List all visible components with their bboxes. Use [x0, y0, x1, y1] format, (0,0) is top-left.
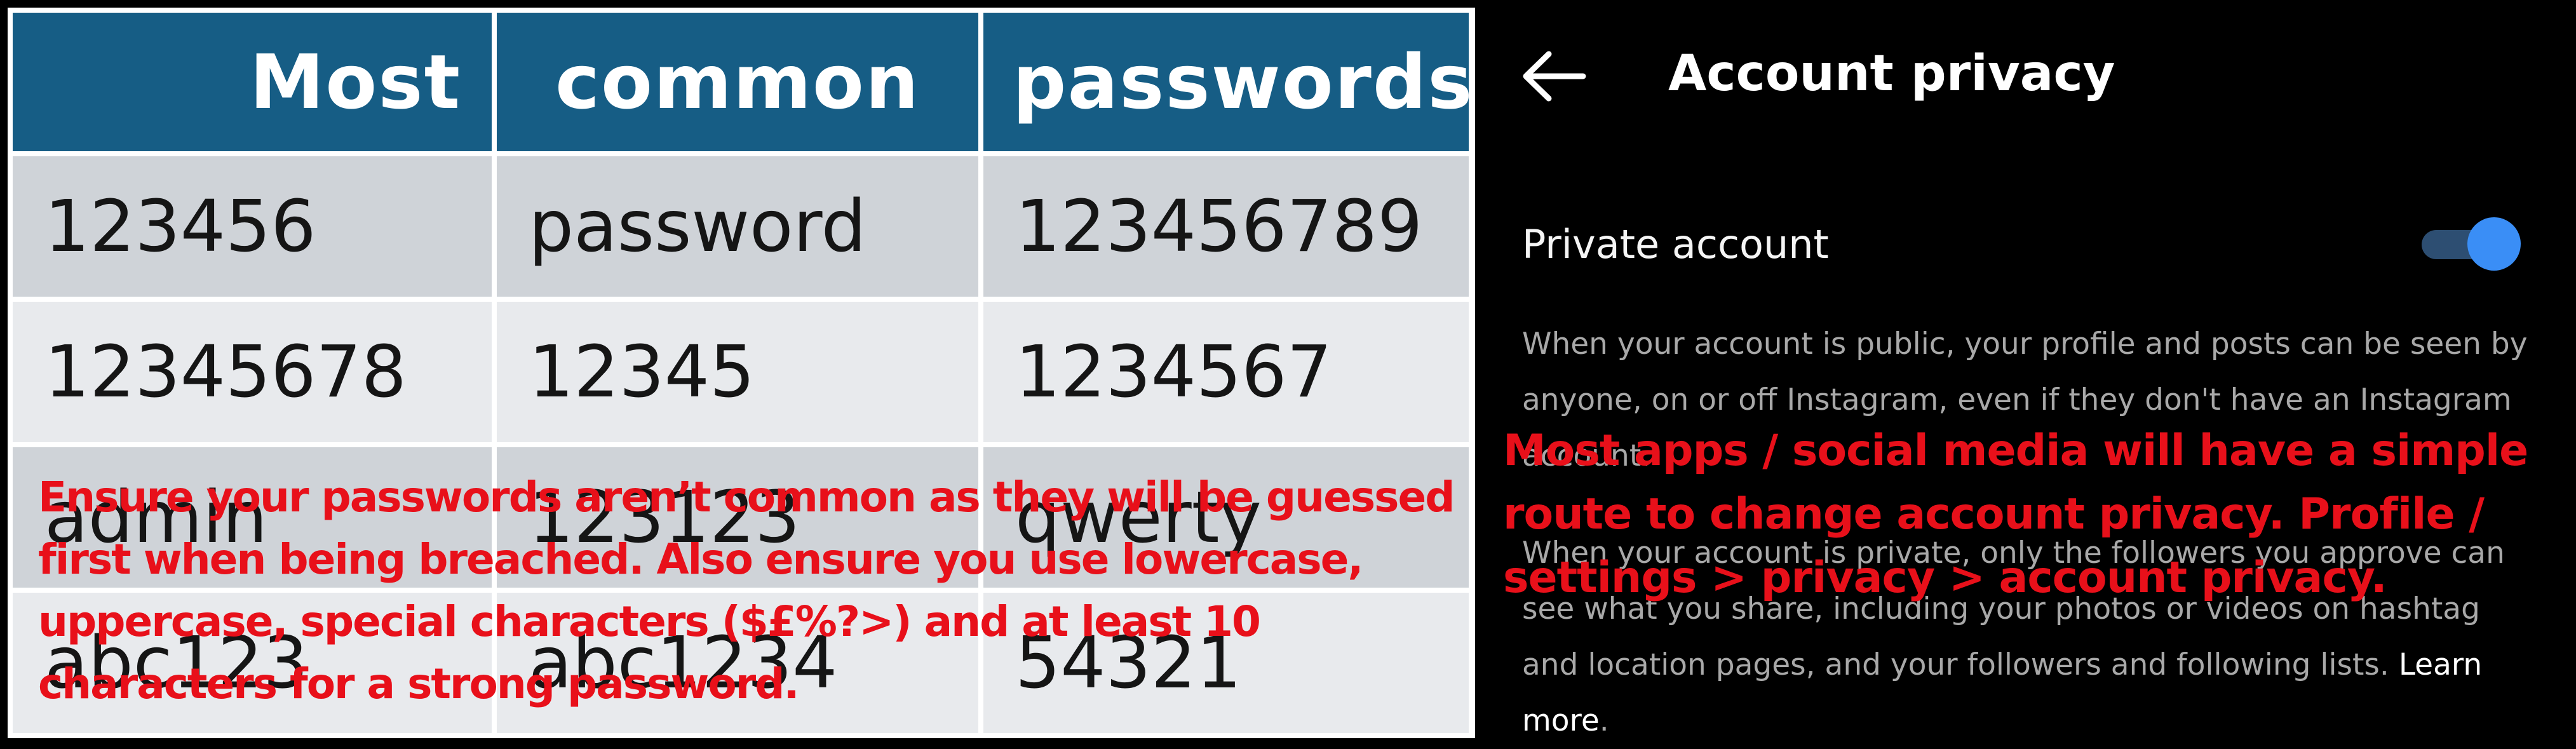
password-advice-annotation: Ensure your passwords aren’t common as t… [38, 473, 1455, 708]
toggle-knob [2467, 217, 2521, 271]
back-button[interactable] [1520, 48, 1589, 105]
page-title: Account privacy [1668, 45, 2115, 102]
privacy-route-annotation: Most apps / social media will have a sim… [1503, 426, 2528, 603]
table-header-cell: passwords [978, 8, 1474, 156]
table-header-row: Most common passwords [8, 8, 1474, 156]
table-cell: 12345 [492, 297, 983, 447]
learn-more-period: . [1599, 703, 1609, 738]
table-header-cell: Most [8, 8, 497, 156]
table-cell: password [492, 151, 983, 302]
private-account-toggle[interactable] [2422, 215, 2523, 272]
password-table-panel: Most common passwords 123456 password 12… [8, 8, 1475, 738]
table-cell: 123456789 [978, 151, 1474, 302]
account-privacy-screen: Account privacy Private account When you… [1480, 0, 2576, 746]
table-row: 12345678 12345 1234567 [8, 297, 1474, 447]
table-cell: 1234567 [978, 297, 1474, 447]
table-cell: 123456 [8, 151, 497, 302]
table-cell: 12345678 [8, 297, 497, 447]
private-account-label: Private account [1522, 221, 1829, 267]
table-row: 123456 password 123456789 [8, 151, 1474, 302]
arrow-left-icon [1523, 51, 1586, 102]
table-header-cell: common [492, 8, 983, 156]
